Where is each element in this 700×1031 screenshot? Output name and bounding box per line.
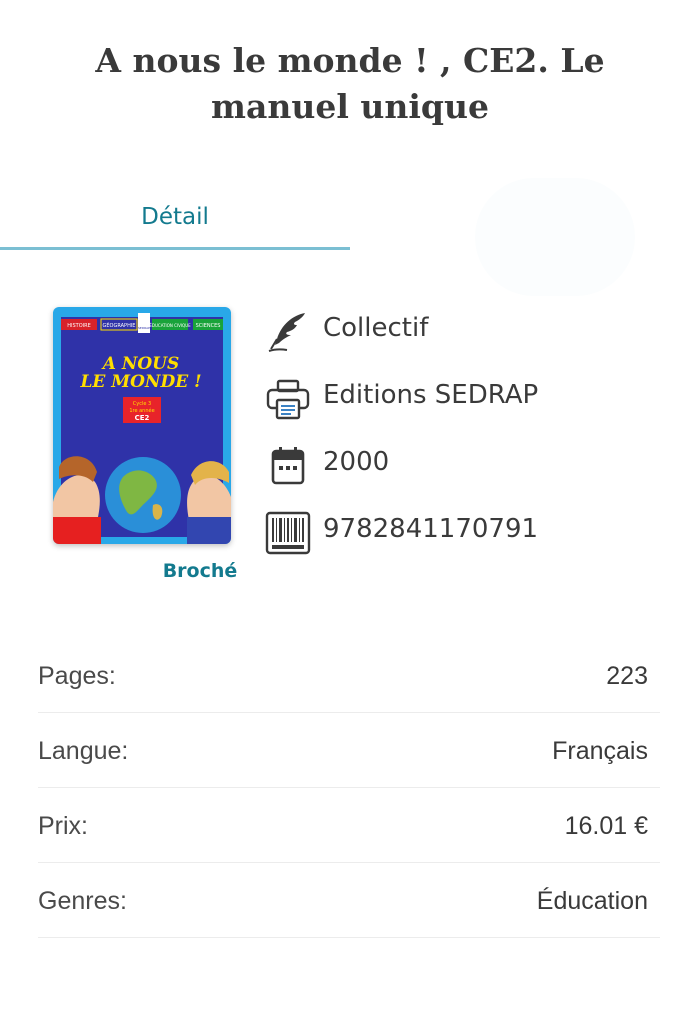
spec-value: 223 [606, 662, 648, 690]
publication-year: 2000 [323, 447, 390, 477]
tab-detail[interactable]: Détail [0, 190, 350, 250]
printer-icon [265, 376, 311, 422]
cover-publisher-logo: SEDRAP [138, 326, 150, 330]
cover-subject-civics: ÉDUCATION CIVIQUE [149, 323, 191, 328]
book-title: A nous le monde ! , CE2. Le manuel uniqu… [95, 41, 605, 126]
cover-label-year: 1re année [129, 407, 154, 414]
format-label: Broché [162, 560, 238, 582]
spec-row-price: Prix: 16.01 € [38, 788, 660, 863]
author-name[interactable]: Collectif [323, 313, 428, 343]
spec-value: 16.01 € [564, 812, 648, 840]
calendar-icon [265, 443, 311, 489]
cover-headline-1: A NOUS [101, 354, 180, 374]
meta-isbn-row: 9782841170791 [265, 504, 685, 571]
barcode-icon [265, 510, 311, 556]
book-cover-image[interactable]: HISTOIRE GÉOGRAPHIE ÉDUCATION CIVIQUE SC… [53, 307, 231, 544]
cover-subject-history: HISTOIRE [67, 323, 91, 329]
meta-publisher-row: Editions SEDRAP [265, 370, 685, 437]
spec-value: Français [552, 737, 648, 765]
cover-label-cycle: Cycle 3 [133, 401, 151, 407]
spec-label: Pages: [38, 662, 116, 690]
meta-author-row: Collectif [265, 303, 685, 370]
isbn-number: 9782841170791 [323, 514, 539, 544]
cover-subject-geography: GÉOGRAPHIE [103, 321, 136, 329]
spec-row-genres: Genres: Éducation [38, 863, 660, 938]
spec-value[interactable]: Éducation [537, 887, 648, 916]
spec-row-pages: Pages: 223 [38, 638, 660, 713]
spec-label: Genres: [38, 887, 127, 915]
spec-row-language: Langue: Français [38, 713, 660, 788]
quill-pen-icon [265, 309, 311, 355]
book-meta-list: Collectif Editions SEDRAP 2000 978284117… [265, 303, 685, 571]
publisher-name[interactable]: Editions SEDRAP [323, 380, 538, 410]
spec-label: Langue: [38, 737, 129, 765]
book-cover-illustration: HISTOIRE GÉOGRAPHIE ÉDUCATION CIVIQUE SC… [53, 307, 231, 544]
meta-year-row: 2000 [265, 437, 685, 504]
tab-placeholder [475, 178, 635, 296]
tab-bar: Détail [0, 178, 700, 296]
cover-label-level: CE2 [135, 414, 150, 422]
book-specs-list: Pages: 223 Langue: Français Prix: 16.01 … [38, 638, 660, 938]
cover-subject-science: SCIENCES [196, 323, 221, 329]
spec-label: Prix: [38, 812, 88, 840]
cover-headline-2: LE MONDE ! [79, 372, 201, 392]
